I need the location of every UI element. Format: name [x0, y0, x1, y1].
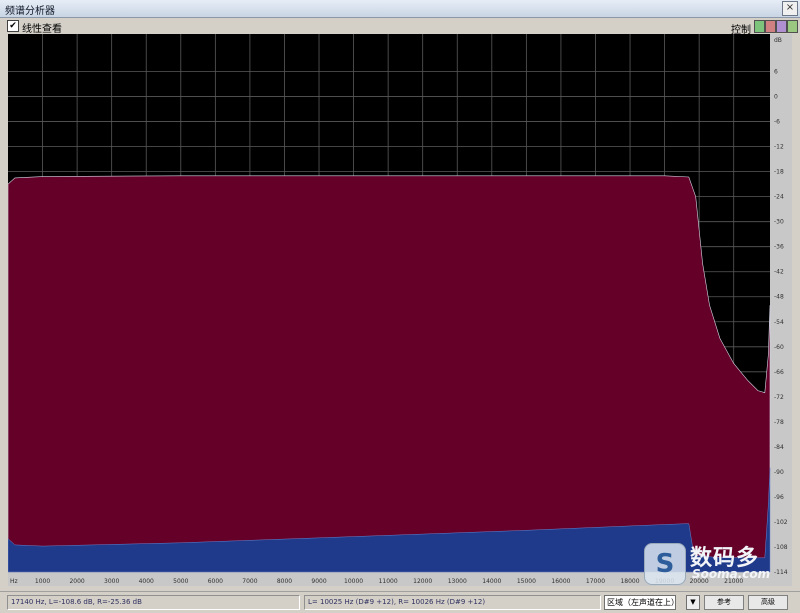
y-axis-ticks: dB 6 0 -6 -12 -18 -24 -30 -36 -42 -48 -54 -60 -66 -72 -…	[774, 37, 788, 576]
x-tick-label: 11000	[379, 578, 398, 585]
y-tick-label: -36	[774, 244, 784, 251]
watermark-url: Sooma.com	[692, 567, 771, 581]
y-tick-label: -66	[774, 369, 784, 376]
x-tick-label: 14000	[482, 578, 501, 585]
y-tick-label: -78	[774, 419, 784, 426]
x-tick-label: 15000	[517, 578, 536, 585]
y-tick-label: 0	[774, 94, 778, 101]
y-tick-label: 6	[774, 69, 778, 76]
x-tick-label: 18000	[620, 578, 639, 585]
y-tick-label: -18	[774, 169, 784, 176]
spectrum-plot-frame: dB 6 0 -6 -12 -18 -24 -30 -36 -42 -48 -54 -60 -66 -72 -…	[8, 34, 792, 586]
spectrum-plot[interactable]: dB 6 0 -6 -12 -18 -24 -30 -36 -42 -48 -54 -60 -66 -72 -…	[8, 34, 792, 586]
y-tick-label: -102	[774, 519, 788, 526]
title-bar: 频谱分析器 ×	[0, 0, 800, 18]
y-tick-label: -42	[774, 269, 784, 276]
linear-view-checkbox[interactable]: ✔	[7, 20, 19, 32]
y-tick-label: dB	[774, 37, 782, 44]
y-tick-label: -90	[774, 469, 784, 476]
x-tick-label: 5000	[173, 578, 188, 585]
x-tick-label: 8000	[277, 578, 292, 585]
status-bar: 17140 Hz, L=-108.6 dB, R=-25.36 dB L= 10…	[0, 591, 800, 613]
advanced-button[interactable]: 高级	[748, 595, 788, 610]
linear-view-label: 线性查看	[22, 24, 62, 35]
y-tick-label: -24	[774, 194, 784, 201]
y-tick-label: -96	[774, 494, 784, 501]
x-tick-label: 3000	[104, 578, 119, 585]
green-color-swatch[interactable]	[754, 20, 765, 33]
toolbar: ✔ 线性查看 控制	[0, 18, 800, 36]
y-tick-label: -60	[774, 344, 784, 351]
x-tick-label: 12000	[413, 578, 432, 585]
x-tick-label: Hz	[10, 578, 18, 585]
x-axis-ticks: Hz 1000 2000 3000 4000 5000 6000 7000 8000 9000 10…	[10, 578, 743, 585]
purple-color-swatch[interactable]	[776, 20, 787, 33]
y-tick-label: -72	[774, 394, 784, 401]
window-title: 频谱分析器	[5, 6, 55, 17]
lime-color-swatch[interactable]	[787, 20, 798, 33]
view-mode-select[interactable]: 区域（左声道在上）	[604, 595, 679, 610]
x-tick-label: 13000	[448, 578, 467, 585]
y-tick-label: -30	[774, 219, 784, 226]
x-tick-label: 4000	[139, 578, 154, 585]
x-tick-label: 1000	[35, 578, 50, 585]
red-color-swatch[interactable]	[765, 20, 776, 33]
x-tick-label: 17000	[586, 578, 605, 585]
x-tick-label: 9000	[311, 578, 326, 585]
x-tick-label: 7000	[242, 578, 257, 585]
y-tick-label: -48	[774, 294, 784, 301]
y-tick-label: -54	[774, 319, 784, 326]
close-button[interactable]: ×	[782, 1, 798, 16]
left-channel-area	[8, 175, 771, 573]
watermark-logo-icon: S	[644, 543, 686, 585]
cursor-readout: 17140 Hz, L=-108.6 dB, R=-25.36 dB	[7, 595, 300, 610]
x-tick-label: 2000	[69, 578, 84, 585]
reference-button[interactable]: 参考	[704, 595, 744, 610]
x-tick-label: 6000	[208, 578, 223, 585]
peak-readout: L= 10025 Hz (D#9 +12), R= 10026 Hz (D#9 …	[304, 595, 601, 610]
chevron-down-icon[interactable]: ▼	[686, 595, 700, 610]
y-tick-label: -6	[774, 119, 780, 126]
x-tick-label: 10000	[344, 578, 363, 585]
watermark: S 数码多 Sooma.com	[644, 540, 794, 586]
x-tick-label: 16000	[551, 578, 570, 585]
y-tick-label: -12	[774, 144, 784, 151]
y-tick-label: -84	[774, 444, 784, 451]
